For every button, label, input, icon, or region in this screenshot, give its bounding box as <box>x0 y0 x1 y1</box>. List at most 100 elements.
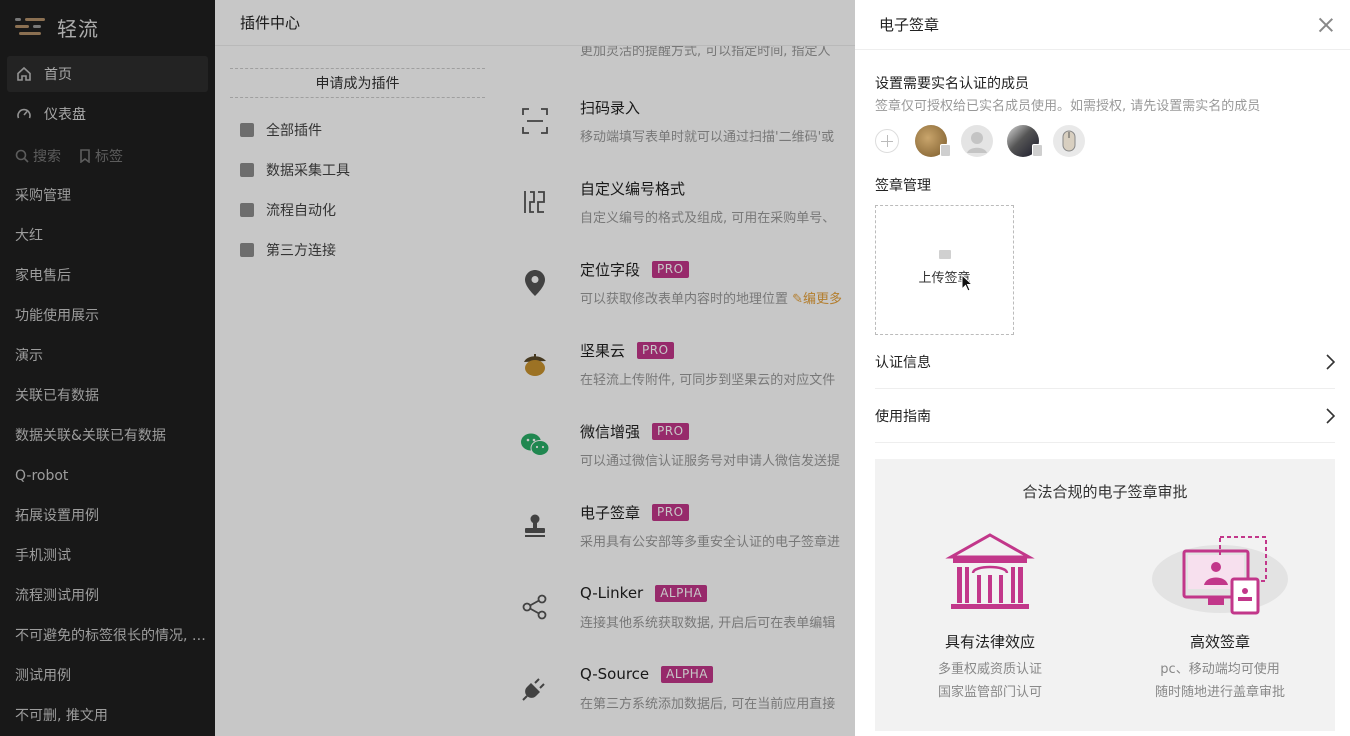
pro-badge: PRO <box>652 503 689 521</box>
category-automation[interactable]: 流程自动化 <box>230 190 485 230</box>
avatar[interactable] <box>1007 125 1043 157</box>
list-icon <box>240 163 254 177</box>
app-item[interactable]: 大红 <box>0 216 215 256</box>
plugin-title: 扫码录入 <box>580 98 641 117</box>
folder-icon <box>938 250 951 259</box>
plugin-item[interactable]: Q-Linker ALPHA 连接其他系统获取数据, 开启后可在表单编辑 <box>505 582 855 652</box>
stamp-icon <box>520 511 550 541</box>
app-item[interactable]: 家电售后 <box>0 256 215 296</box>
plugin-item[interactable]: Q-Source ALPHA 在第三方系统添加数据后, 可在当前应用直接 <box>505 663 855 733</box>
courthouse-icon <box>945 533 1035 609</box>
feature-line: 随时随地进行盖章审批 <box>1154 685 1285 700</box>
chevron-right-icon <box>1326 353 1335 370</box>
plugin-title: Q-Linker <box>580 584 644 602</box>
plugin-desc: 可以通过微信认证服务号对申请人微信发送提 <box>580 454 841 469</box>
plugin-item[interactable]: 自定义编号格式 自定义编号的格式及组成, 可用在采购单号、 <box>505 177 855 247</box>
location-pin-icon <box>520 268 550 298</box>
plug-icon <box>520 673 550 703</box>
home-icon <box>15 65 33 83</box>
app-item[interactable]: 数据关联&关联已有数据 <box>0 416 215 456</box>
chevron-right-icon <box>1326 407 1335 424</box>
upload-seal-button[interactable]: 上传签章 <box>875 205 1014 335</box>
app-item[interactable]: Q-robot <box>0 456 215 496</box>
devices-icon <box>1152 536 1288 615</box>
plugin-title: Q-Source <box>580 665 650 683</box>
scan-icon <box>520 106 550 136</box>
feature-efficient: 高效签章 pc、移动端均可使用 随时随地进行盖章审批 <box>1135 529 1305 700</box>
plugin-title: 自定义编号格式 <box>580 179 686 198</box>
avatar[interactable] <box>915 125 951 157</box>
plugin-desc: 可以获取修改表单内容时的地理位置 ✎编更多 <box>580 288 842 307</box>
plugin-item[interactable]: 定位字段 PRO 可以获取修改表单内容时的地理位置 ✎编更多 <box>505 258 855 328</box>
drawer-header: 电子签章 <box>855 0 1350 50</box>
plugin-title: 坚果云 <box>580 341 626 360</box>
members-desc: 签章仅可授权给已实名成员使用。如需授权, 请先设置需实名的成员 <box>875 99 1261 114</box>
bookmark-icon <box>80 149 90 163</box>
mouse-cursor-icon <box>961 274 973 292</box>
avatar[interactable] <box>961 125 993 157</box>
category-label: 数据采集工具 <box>266 163 350 179</box>
category-label: 第三方连接 <box>266 243 336 259</box>
nav-item-dashboard[interactable]: 仪表盘 <box>7 96 208 132</box>
dashboard-icon <box>15 105 33 123</box>
category-label: 流程自动化 <box>266 203 336 219</box>
guide-label: 使用指南 <box>875 408 931 425</box>
members-title: 设置需要实名认证的成员 <box>875 76 1029 92</box>
apply-plugin-button[interactable]: 申请成为插件 <box>230 68 485 98</box>
default-avatar-icon <box>967 132 987 153</box>
category-list: 申请成为插件 全部插件 数据采集工具 流程自动化 第三方连接 <box>230 46 485 270</box>
alpha-badge: ALPHA <box>661 665 714 683</box>
plugin-desc: 自定义编号的格式及组成, 可用在采购单号、 <box>580 211 836 226</box>
app-logo[interactable]: 轻流 <box>0 0 215 54</box>
promo-title: 合法合规的电子签章审批 <box>1022 483 1188 501</box>
app-item[interactable]: 不可删, 推文用 <box>0 696 215 736</box>
nav-item-home[interactable]: 首页 <box>7 56 208 92</box>
app-item[interactable]: 流程测试用例 <box>0 576 215 616</box>
plugin-desc: 连接其他系统获取数据, 开启后可在表单编辑 <box>580 616 836 631</box>
plugin-item[interactable]: 坚果云 PRO 在轻流上传附件, 可同步到坚果云的对应文件 <box>505 339 855 409</box>
plugin-list: 更加灵活的提醒方式, 可以指定时间, 指定人 扫码录入 移动端填写表单时就可以通… <box>505 46 855 712</box>
plugin-item[interactable]: 电子签章 PRO 采用具有公安部等多重安全认证的电子签章进 <box>505 501 855 571</box>
feature-title: 高效签章 <box>1189 633 1250 651</box>
category-data-collection[interactable]: 数据采集工具 <box>230 150 485 190</box>
app-item[interactable]: 拓展设置用例 <box>0 496 215 536</box>
plugin-desc-text: 可以获取修改表单内容时的地理位置 <box>580 292 789 307</box>
promo-panel: 合法合规的电子签章审批 具有法律效应 多重权威资质认证 国家监管部门认可 高效签… <box>875 459 1335 731</box>
pro-badge: PRO <box>652 260 689 278</box>
pro-badge: PRO <box>637 341 674 359</box>
close-icon[interactable] <box>1318 17 1334 33</box>
wechat-icon <box>520 430 550 460</box>
feature-line: 国家监管部门认可 <box>937 685 1042 700</box>
app-item[interactable]: 采购管理 <box>0 176 215 216</box>
plugin-item[interactable]: 扫码录入 移动端填写表单时就可以通过扫描'二维码'或 <box>505 96 855 166</box>
auth-info-row[interactable]: 认证信息 <box>875 335 1335 389</box>
plugin-title: 定位字段 <box>580 260 641 279</box>
search-button[interactable]: 搜索 <box>15 146 61 166</box>
app-item[interactable]: 手机测试 <box>0 536 215 576</box>
app-item[interactable]: 不可避免的标签很长的情况, 需要截断显示 <box>0 616 215 656</box>
app-item[interactable]: 测试用例 <box>0 656 215 696</box>
feature-title: 具有法律效应 <box>944 633 1035 651</box>
e-seal-drawer: 电子签章 设置需要实名认证的成员 签章仅可授权给已实名成员使用。如需授权, 请先… <box>855 0 1350 736</box>
nav-item-label: 首页 <box>44 67 72 83</box>
app-item[interactable]: 演示 <box>0 336 215 376</box>
rocket-icon <box>240 243 254 257</box>
sidebar: 轻流 首页 仪表盘 搜索 标签 采购管理 大红 家电售后 功能使用展示 演示 关… <box>0 0 215 736</box>
app-list: 采购管理 大红 家电售后 功能使用展示 演示 关联已有数据 数据关联&关联已有数… <box>0 176 215 736</box>
nav-item-label: 仪表盘 <box>44 107 86 123</box>
app-item[interactable]: 关联已有数据 <box>0 376 215 416</box>
pro-badge: PRO <box>652 422 689 440</box>
add-member-button[interactable] <box>875 129 899 153</box>
category-all[interactable]: 全部插件 <box>230 110 485 150</box>
category-third-party[interactable]: 第三方连接 <box>230 230 485 270</box>
guide-row[interactable]: 使用指南 <box>875 389 1335 443</box>
app-item[interactable]: 功能使用展示 <box>0 296 215 336</box>
plugin-item[interactable]: 微信增强 PRO 可以通过微信认证服务号对申请人微信发送提 <box>505 420 855 490</box>
feature-line: pc、移动端均可使用 <box>1160 662 1280 677</box>
tag-button[interactable]: 标签 <box>79 146 123 166</box>
plugin-center: 插件中心 申请成为插件 全部插件 数据采集工具 流程自动化 第三方连接 更加灵活… <box>215 0 855 736</box>
edit-more-link[interactable]: ✎编更多 <box>792 292 842 307</box>
avatar[interactable] <box>1053 125 1085 157</box>
verified-icon <box>1032 144 1043 157</box>
flow-icon <box>240 203 254 217</box>
